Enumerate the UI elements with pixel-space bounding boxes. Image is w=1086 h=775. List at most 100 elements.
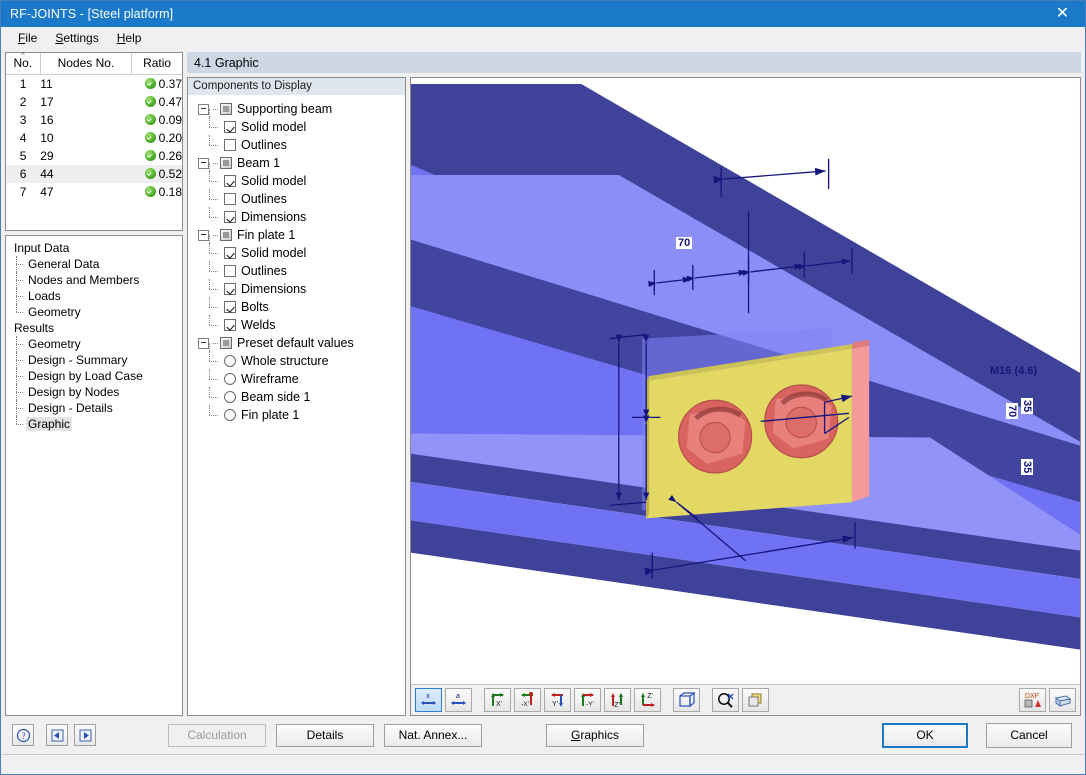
table-row[interactable]: 2 17 0.47 — [6, 93, 182, 111]
navigator-item-geometry[interactable]: Geometry — [16, 336, 182, 352]
tree-node-dimensions[interactable]: Dimensions — [196, 279, 405, 298]
radio-button[interactable] — [224, 391, 236, 403]
table-row[interactable]: 5 29 0.26 — [6, 147, 182, 165]
radio-button[interactable] — [224, 355, 236, 367]
column-header-ratio[interactable]: Ratio — [131, 53, 182, 75]
ok-button[interactable]: OK — [882, 722, 968, 748]
table-row[interactable]: 1 11 0.37 — [6, 74, 182, 93]
tristate-checkbox[interactable] — [220, 337, 232, 349]
tree-node-label: Wireframe — [241, 372, 299, 386]
tree-node-outlines[interactable]: Outlines — [196, 261, 405, 280]
view-z-prime-button[interactable]: Z' — [604, 688, 631, 712]
view-neg-y-prime-button[interactable]: -Y' — [574, 688, 601, 712]
navigator-item-design-by-load-case[interactable]: Design by Load Case — [16, 368, 182, 384]
tree-node-whole-structure[interactable]: Whole structure — [196, 351, 405, 370]
navigator-item-general-data[interactable]: General Data — [16, 256, 182, 272]
collapse-expander-icon[interactable] — [198, 157, 209, 169]
previous-button[interactable] — [46, 724, 68, 746]
tree-node-preset-default-values[interactable]: Preset default values — [196, 334, 405, 361]
tree-node-solid-model[interactable]: Solid model — [196, 243, 405, 262]
collapse-expander-icon[interactable] — [198, 337, 209, 349]
column-header-nodes[interactable]: Nodes No. — [40, 53, 133, 75]
details-button[interactable]: Details — [276, 723, 374, 747]
navigator-item-label: Geometry — [28, 305, 81, 319]
checkbox[interactable] — [224, 193, 236, 205]
view-a-button[interactable]: a — [445, 688, 472, 712]
view-neg-x-prime-button[interactable]: -X' — [514, 688, 541, 712]
zoom-tool-button[interactable] — [712, 688, 739, 712]
checkbox[interactable] — [224, 319, 236, 331]
graphic-canvas[interactable]: 70 30 40 50 30 M16 (4.6) 35 70 35 5 (70)… — [411, 78, 1080, 684]
tristate-checkbox[interactable] — [220, 229, 232, 241]
tree-node-fin-plate-1[interactable]: Fin plate 1 — [196, 405, 405, 424]
view-x-selected-button[interactable]: x — [415, 688, 442, 712]
navigator-group-results[interactable]: Results — [12, 320, 182, 336]
status-ok-icon — [144, 185, 156, 197]
checkbox[interactable] — [224, 139, 236, 151]
tree-node-label: Solid model — [241, 120, 307, 134]
view-x-prime-button[interactable]: X' — [484, 688, 511, 712]
render-mode-button[interactable] — [742, 688, 769, 712]
navigator-item-design-by-nodes[interactable]: Design by Nodes — [16, 384, 182, 400]
help-button[interactable]: ? — [12, 724, 34, 746]
checkbox[interactable] — [224, 121, 236, 133]
collapse-expander-icon[interactable] — [198, 103, 209, 115]
navigator-item-geometry[interactable]: Geometry — [16, 304, 182, 320]
navigator-item-loads[interactable]: Loads — [16, 288, 182, 304]
menu-item-help[interactable]: Help — [108, 29, 151, 47]
bolt-2 — [764, 384, 839, 459]
table-row[interactable]: 4 10 0.20 — [6, 129, 182, 147]
table-row[interactable]: 7 47 0.18 — [6, 183, 182, 201]
tree-node-fin-plate-1[interactable]: Fin plate 1 — [196, 226, 405, 253]
cell-no: 6 — [6, 164, 41, 183]
navigator-item-design-summary[interactable]: Design - Summary — [16, 352, 182, 368]
column-header-no[interactable]: ^ No. — [6, 52, 41, 75]
collapse-expander-icon[interactable] — [198, 229, 209, 241]
print-button[interactable] — [1049, 688, 1076, 712]
table-row[interactable]: 6 44 0.52 — [6, 164, 182, 183]
navigator-item-design-details[interactable]: Design - Details — [16, 400, 182, 416]
graphics-button[interactable]: Graphics — [546, 723, 644, 747]
checkbox[interactable] — [224, 283, 236, 295]
checkbox[interactable] — [224, 265, 236, 277]
close-icon[interactable]: ✕ — [1040, 1, 1085, 27]
view-z-axis-button[interactable]: Z' — [634, 688, 661, 712]
menu-item-file[interactable]: File — [9, 29, 46, 47]
menu-item-settings[interactable]: Settings — [46, 29, 107, 47]
tree-connector — [213, 342, 218, 344]
checkbox[interactable] — [224, 301, 236, 313]
checkbox[interactable] — [224, 211, 236, 223]
nat-annex-button[interactable]: Nat. Annex... — [384, 723, 482, 747]
view-isometric-button[interactable] — [673, 688, 700, 712]
cancel-button[interactable]: Cancel — [986, 722, 1072, 748]
tree-node-beam-1[interactable]: Beam 1 — [196, 154, 405, 181]
checkbox[interactable] — [224, 247, 236, 259]
tree-node-solid-model[interactable]: Solid model — [196, 171, 405, 190]
table-row[interactable]: 3 16 0.09 — [6, 111, 182, 129]
tree-node-label: Beam side 1 — [241, 390, 311, 404]
navigator-item-graphic[interactable]: Graphic — [16, 416, 182, 432]
radio-button[interactable] — [224, 409, 236, 421]
radio-button[interactable] — [224, 373, 236, 385]
view-y-prime-button[interactable]: Y' — [544, 688, 571, 712]
tree-node-outlines[interactable]: Outlines — [196, 189, 405, 208]
navigator-item-nodes-and-members[interactable]: Nodes and Members — [16, 272, 182, 288]
tree-node-welds[interactable]: Welds — [196, 315, 405, 334]
next-button[interactable] — [74, 724, 96, 746]
tree-node-supporting-beam[interactable]: Supporting beam — [196, 100, 405, 127]
navigator-group-input-data[interactable]: Input Data — [12, 240, 182, 256]
tree-node-wireframe[interactable]: Wireframe — [196, 369, 405, 388]
checkbox[interactable] — [224, 175, 236, 187]
status-bar — [2, 754, 1084, 773]
cell-no: 3 — [19, 112, 27, 127]
dxf-export-button[interactable]: DXF — [1019, 688, 1046, 712]
tree-node-dimensions[interactable]: Dimensions — [196, 207, 405, 226]
tristate-checkbox[interactable] — [220, 103, 232, 115]
tree-node-label: Solid model — [241, 246, 307, 260]
tree-node-bolts[interactable]: Bolts — [196, 297, 405, 316]
tree-node-label: Fin plate 1 — [241, 408, 300, 422]
tree-node-solid-model[interactable]: Solid model — [196, 117, 405, 136]
tree-node-beam-side-1[interactable]: Beam side 1 — [196, 387, 405, 406]
tristate-checkbox[interactable] — [220, 157, 232, 169]
tree-node-outlines[interactable]: Outlines — [196, 135, 405, 154]
